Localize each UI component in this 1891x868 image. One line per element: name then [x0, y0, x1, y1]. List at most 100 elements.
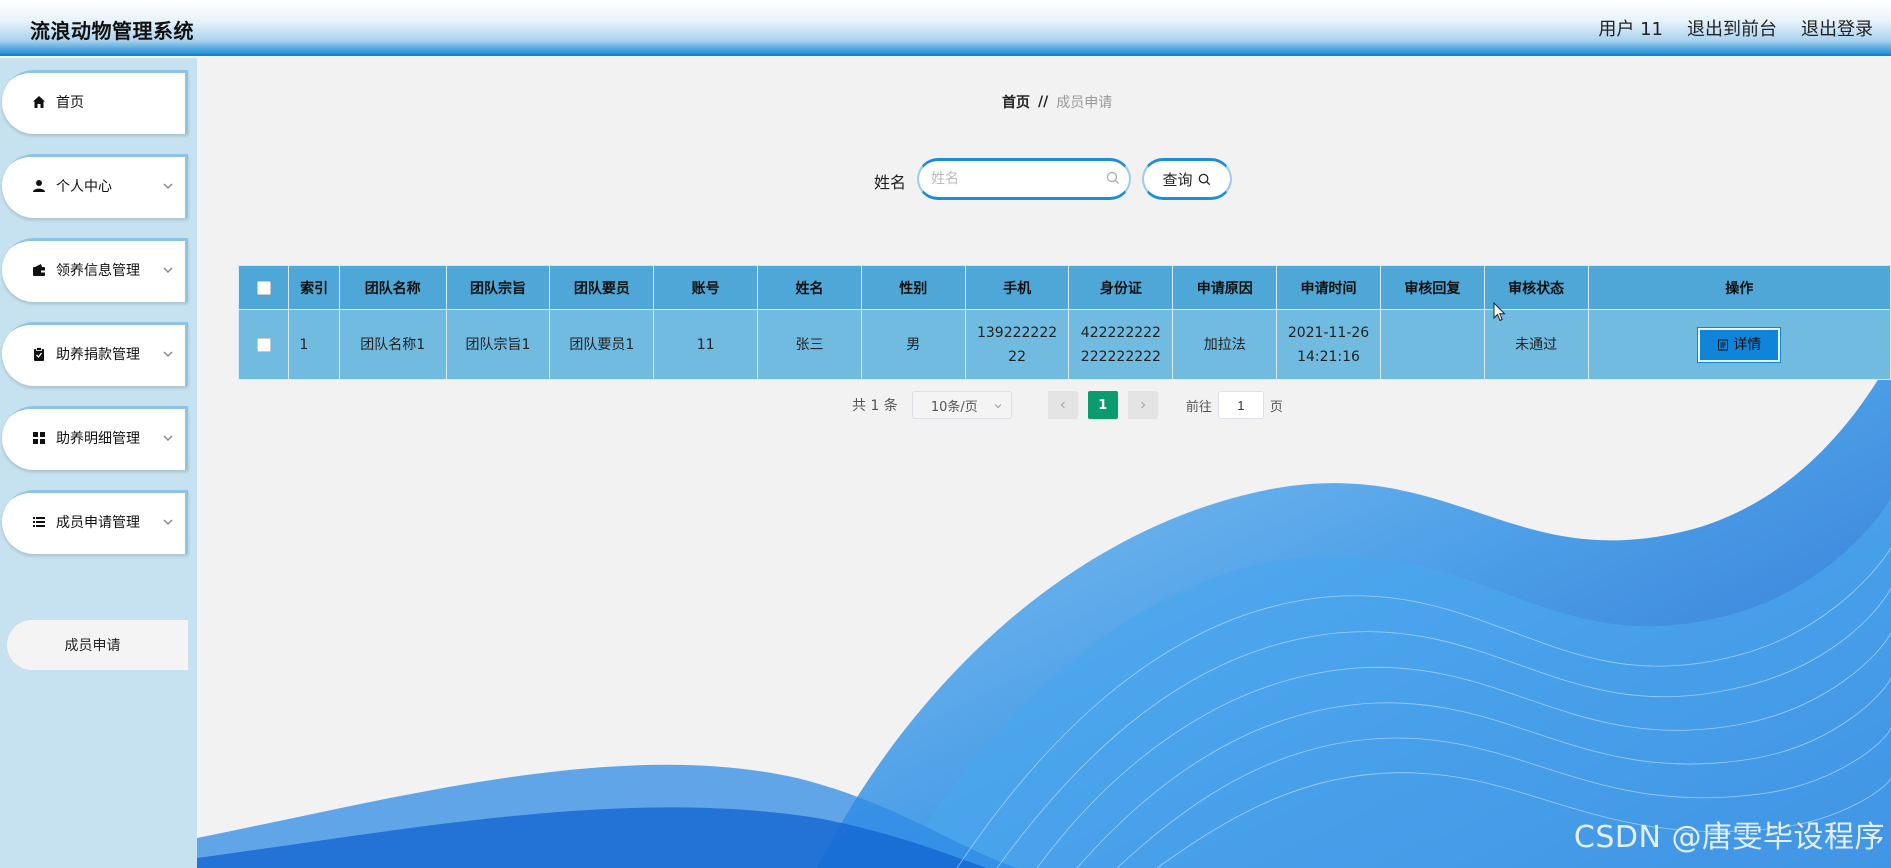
cell-team-purpose: 团队宗旨1 — [445, 309, 551, 380]
app-title: 流浪动物管理系统 — [30, 19, 194, 43]
column-header: 身份证 — [1068, 265, 1174, 310]
column-header: 账号 — [653, 265, 759, 310]
column-header: 团队要员 — [549, 265, 655, 310]
submenu-item-member-application[interactable]: 成员申请 — [7, 620, 188, 670]
chevron-right-icon — [1140, 401, 1146, 409]
sidebar-item-adoption-info[interactable]: 领养信息管理 — [2, 238, 188, 302]
chevron-left-icon — [1060, 401, 1065, 409]
logout-link[interactable]: 退出登录 — [1801, 15, 1873, 41]
member-application-table: 索引 团队名称 团队宗旨 团队要员 账号 姓名 性别 手机 身份证 申请原因 申… — [237, 265, 1891, 380]
wallet-icon — [30, 261, 48, 279]
cell-id-card: 422222222 222222222 — [1068, 309, 1174, 380]
detail-button-label: 详情 — [1733, 336, 1762, 353]
breadcrumb-current: 成员申请 — [1056, 95, 1113, 111]
chevron-down-icon — [163, 519, 173, 525]
list-icon — [30, 513, 48, 531]
column-header: 申请时间 — [1276, 265, 1381, 310]
cell-name: 张三 — [757, 309, 862, 380]
main-content: 首页 // 成员申请 姓名 查询 索引 团队名称 团队宗旨 团队要员 账号 姓名 — [197, 58, 1891, 868]
id-line-2: 222222222 — [1080, 348, 1161, 365]
phone-line-2: 22 — [1008, 348, 1026, 365]
sidebar-item-personal-center[interactable]: 个人中心 — [2, 154, 188, 218]
sidebar-item-label: 助养捐款管理 — [56, 347, 140, 363]
breadcrumb-home[interactable]: 首页 — [1002, 92, 1030, 112]
sidebar: 首页 个人中心 领养信息管理 助养捐款管理 助养明细管理 成员申请管理 成员申请 — [0, 58, 197, 868]
breadcrumb-separator: // — [1038, 94, 1049, 110]
sidebar-item-label: 助养明细管理 — [56, 431, 140, 447]
search-box — [917, 158, 1131, 200]
sidebar-item-label: 成员申请管理 — [56, 515, 140, 531]
name-search-input[interactable] — [931, 167, 1101, 191]
time-line-2: 14:21:16 — [1297, 348, 1360, 365]
column-header: 申请原因 — [1172, 265, 1278, 310]
mouse-cursor-icon — [1493, 302, 1506, 322]
time-line-1: 2021-11-26 — [1287, 324, 1370, 341]
page-size-value: 10条/页 — [930, 399, 978, 415]
user-label[interactable]: 用户 11 — [1598, 15, 1663, 41]
sidebar-item-member-application[interactable]: 成员申请管理 — [2, 490, 188, 554]
sidebar-item-label: 领养信息管理 — [56, 263, 140, 279]
chevron-down-icon — [163, 267, 173, 273]
current-page-button[interactable]: 1 — [1087, 391, 1118, 419]
search-icon — [1106, 171, 1119, 184]
header-links: 用户 11 退出到前台 退出登录 — [1598, 15, 1873, 41]
column-header: 团队名称 — [338, 265, 447, 310]
chevron-down-icon — [163, 183, 173, 189]
watermark: CSDN @唐雯毕设程序 — [1573, 820, 1885, 855]
cell-gender: 男 — [860, 309, 966, 380]
sidebar-item-sponsorship-details[interactable]: 助养明细管理 — [2, 406, 188, 470]
query-button-label: 查询 — [1162, 170, 1193, 189]
table-row: 1 团队名称1 团队宗旨1 团队要员1 11 张三 男 139222222 22… — [237, 309, 1891, 380]
user-icon — [30, 177, 48, 195]
cell-team-name: 团队名称1 — [338, 309, 447, 380]
cell-team-member: 团队要员1 — [549, 309, 655, 380]
column-header: 审核回复 — [1379, 265, 1485, 310]
cell-actions: 详情 — [1587, 309, 1891, 380]
back-to-front-link[interactable]: 退出到前台 — [1687, 15, 1777, 41]
goto-label: 前往 — [1185, 399, 1212, 415]
clipboard-icon — [30, 345, 48, 363]
cell-phone: 139222222 22 — [964, 309, 1070, 380]
sidebar-item-label: 个人中心 — [56, 179, 112, 195]
grid-icon — [30, 429, 48, 447]
chevron-down-icon — [994, 404, 1002, 409]
column-header: 姓名 — [757, 265, 862, 310]
goto-page-input[interactable] — [1217, 391, 1264, 419]
cell-apply-time: 2021-11-26 14:21:16 — [1276, 309, 1381, 380]
search-label: 姓名 — [874, 173, 907, 192]
cell-account: 11 — [653, 309, 759, 380]
home-icon — [30, 93, 48, 111]
select-all-cell — [237, 265, 290, 310]
cell-review-reply — [1379, 309, 1485, 380]
chevron-down-icon — [163, 435, 173, 441]
select-all-checkbox[interactable] — [256, 280, 271, 295]
id-line-1: 422222222 — [1080, 324, 1161, 341]
prev-page-button[interactable] — [1047, 391, 1078, 419]
sidebar-item-donation[interactable]: 助养捐款管理 — [2, 322, 188, 386]
column-header: 性别 — [860, 265, 966, 310]
breadcrumb: 首页 // 成员申请 — [1002, 92, 1112, 112]
row-checkbox[interactable] — [256, 337, 271, 352]
chevron-down-icon — [163, 351, 173, 357]
pagination: 共 1 条 10条/页 1 前往 页 — [852, 391, 1283, 419]
row-select-cell — [237, 309, 290, 380]
pagination-total: 共 1 条 — [852, 398, 898, 414]
query-button[interactable]: 查询 — [1142, 158, 1232, 200]
top-header: 流浪动物管理系统 用户 11 退出到前台 退出登录 — [0, 0, 1891, 56]
search-icon — [1198, 173, 1210, 185]
detail-button[interactable]: 详情 — [1698, 327, 1781, 362]
sidebar-item-label: 首页 — [56, 95, 84, 111]
sidebar-item-home[interactable]: 首页 — [2, 70, 188, 134]
phone-line-1: 139222222 — [976, 324, 1058, 341]
page-unit-label: 页 — [1269, 399, 1283, 415]
cell-index: 1 — [288, 309, 340, 380]
next-page-button[interactable] — [1127, 391, 1158, 419]
column-header: 团队宗旨 — [445, 265, 551, 310]
cell-reason: 加拉法 — [1172, 309, 1278, 380]
table-header-row: 索引 团队名称 团队宗旨 团队要员 账号 姓名 性别 手机 身份证 申请原因 申… — [237, 265, 1891, 310]
column-header: 手机 — [964, 265, 1070, 310]
page-size-select[interactable]: 10条/页 — [911, 391, 1012, 419]
column-header: 操作 — [1587, 265, 1891, 310]
document-icon — [1718, 339, 1729, 350]
column-header: 索引 — [288, 265, 340, 310]
